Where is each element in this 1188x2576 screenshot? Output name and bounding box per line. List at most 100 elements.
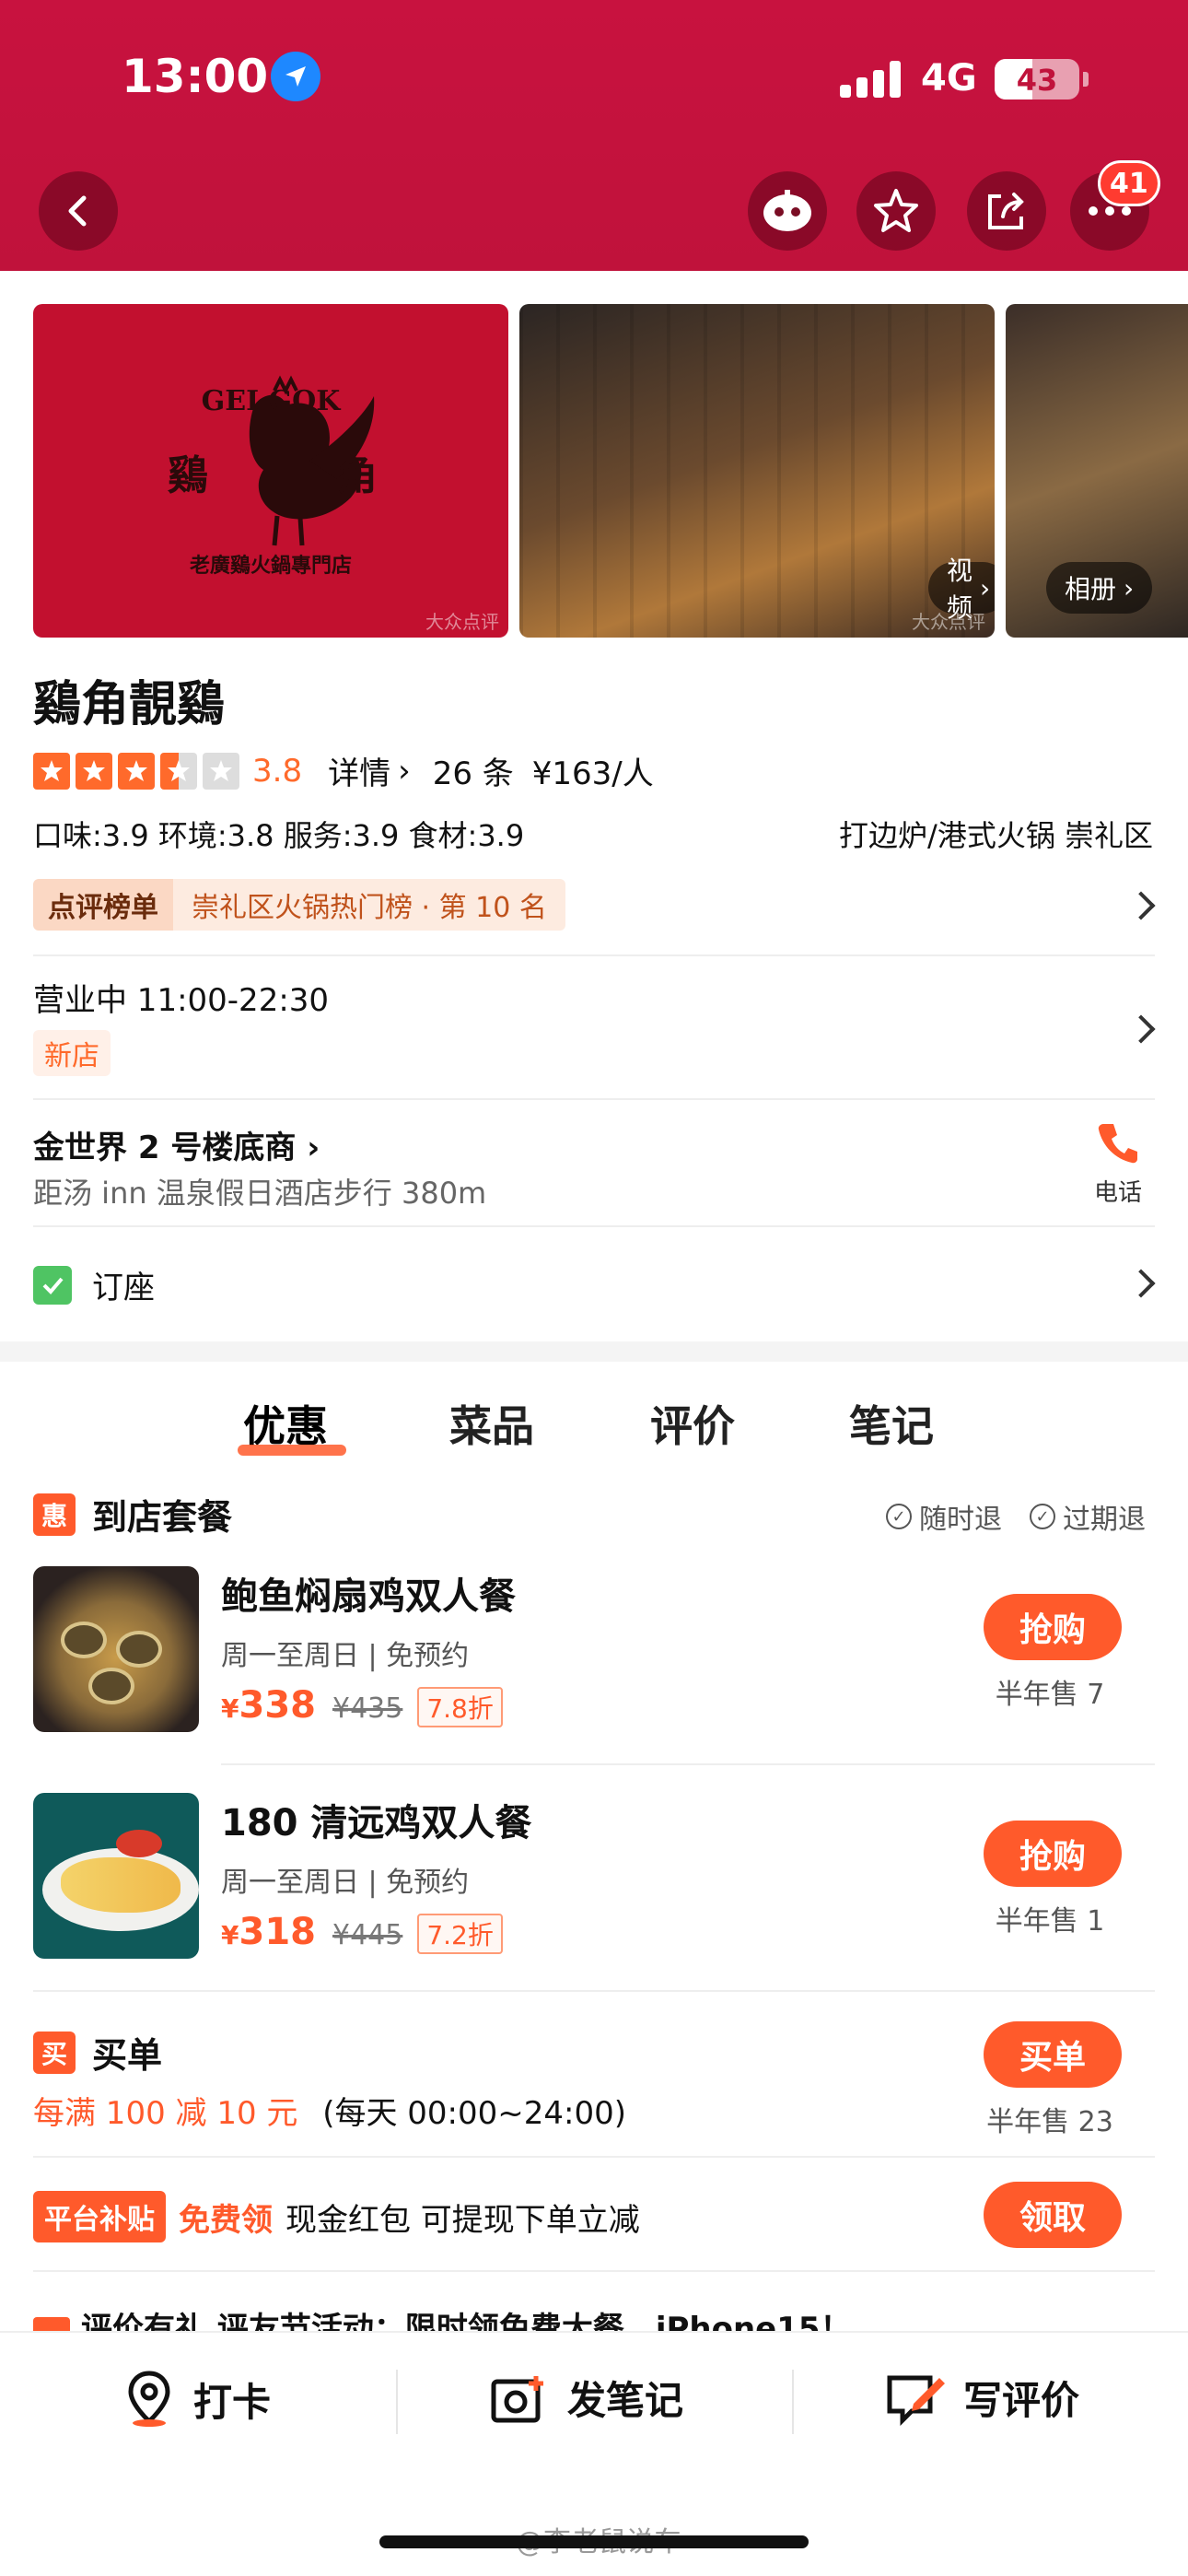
booking-row[interactable]: 订座 xyxy=(33,1262,155,1307)
post-note-button[interactable]: 发笔记 xyxy=(490,2370,683,2426)
chevron-right-icon xyxy=(1126,1269,1156,1298)
chevron-right-icon: › xyxy=(307,1130,320,1166)
battery-icon: 43 xyxy=(995,59,1079,100)
tab-notes[interactable]: 笔记 xyxy=(849,1393,934,1454)
pay-bill-button[interactable]: 买单 xyxy=(984,2021,1122,2088)
back-arrow-icon xyxy=(68,195,87,227)
location-arrow-icon xyxy=(271,52,320,101)
check-circle-icon: ✓ xyxy=(1030,1504,1055,1529)
interior-photo[interactable]: 视频 › 大众点评 xyxy=(519,304,995,638)
video-button[interactable]: 视频 › xyxy=(928,556,995,623)
buy-button[interactable]: 抢购 xyxy=(984,1821,1122,1887)
battery-level: 43 xyxy=(1016,63,1058,98)
star-icon xyxy=(76,752,112,790)
status-time: 13:00 xyxy=(122,50,269,103)
share-button[interactable] xyxy=(967,171,1046,251)
refund-anytime: ✓ 随时退 xyxy=(886,1496,1002,1537)
favorite-button[interactable] xyxy=(856,171,936,251)
new-store-tag: 新店 xyxy=(33,1030,111,1076)
interior-photo-2[interactable]: 相册 › xyxy=(1006,304,1188,638)
tab-reviews[interactable]: 评价 xyxy=(650,1393,735,1454)
rooster-logo-icon xyxy=(249,375,375,546)
photo-watermark: 大众点评 xyxy=(425,611,499,633)
notification-badge: 41 xyxy=(1098,160,1160,206)
sold-count: 半年售 23 xyxy=(986,2106,1113,2138)
deal-subtitle: 周一至周日 | 免预约 xyxy=(221,1867,470,1899)
divider xyxy=(221,1763,1155,1765)
empty-star-icon xyxy=(203,752,239,790)
divider xyxy=(33,1098,1155,1100)
divider xyxy=(33,2270,1155,2272)
tab-dishes[interactable]: 菜品 xyxy=(449,1393,534,1454)
write-review-button[interactable]: 写评价 xyxy=(886,2370,1079,2426)
star-icon xyxy=(33,752,70,790)
rank-bar[interactable]: 点评榜单 崇礼区火锅热门榜 · 第 10 名 xyxy=(33,879,565,931)
deal-old-price: ¥445 xyxy=(332,1919,403,1951)
star-icon xyxy=(874,189,918,232)
business-hours[interactable]: 营业中 11:00-22:30 xyxy=(33,975,329,1020)
buy-button[interactable]: 抢购 xyxy=(984,1594,1122,1660)
album-label: 相册 xyxy=(1065,574,1117,604)
category-tags: 打边炉/港式火锅 崇礼区 xyxy=(839,818,1153,853)
signal-icon xyxy=(840,61,903,98)
chevron-right-icon: › xyxy=(398,752,411,790)
phone-button[interactable]: 电话 xyxy=(1087,1120,1149,1208)
address[interactable]: 金世界 2 号楼底商 › xyxy=(33,1122,320,1167)
phone-icon xyxy=(1098,1124,1137,1164)
booking-label: 订座 xyxy=(92,1270,155,1306)
robot-icon xyxy=(763,190,811,231)
deal-name[interactable]: 鲍鱼焖扇鸡双人餐 xyxy=(221,1566,516,1620)
location-pin-icon xyxy=(128,2371,170,2427)
divider xyxy=(33,1990,1155,1992)
details-link[interactable]: 详情 xyxy=(328,748,390,793)
pay-icon: 买 xyxy=(33,2031,76,2074)
home-indicator[interactable] xyxy=(379,2535,809,2548)
deal-price: ¥338 xyxy=(221,1684,316,1727)
review-count: 26 条 xyxy=(432,755,514,792)
sold-count: 半年售 7 xyxy=(995,1679,1105,1711)
share-icon xyxy=(988,193,1024,229)
chevron-right-icon: › xyxy=(1124,572,1135,603)
divider xyxy=(33,954,1155,956)
price-per-person: ¥163/人 xyxy=(531,755,654,792)
checkin-button[interactable]: 打卡 xyxy=(122,2370,271,2429)
battery-tip xyxy=(1083,72,1089,87)
deal-discount: 7.2折 xyxy=(417,1914,503,1954)
pay-bill-offer: 每满 100 减 10 元 (每天 00:00~24:00) xyxy=(33,2095,626,2132)
divider xyxy=(33,2156,1155,2158)
deals-section-title: 惠 到店套餐 xyxy=(33,1489,232,1540)
assistant-button[interactable] xyxy=(748,171,827,251)
divider xyxy=(33,1225,1155,1227)
chicken-dish-image[interactable] xyxy=(33,1793,199,1959)
chevron-right-icon xyxy=(1126,1014,1156,1044)
album-button[interactable]: 相册 › xyxy=(1046,562,1153,614)
sub-scores: 口味:3.9 环境:3.8 服务:3.9 食材:3.9 xyxy=(33,818,525,853)
claim-button[interactable]: 领取 xyxy=(984,2182,1122,2248)
logo-left-char: 鷄 xyxy=(168,452,208,499)
platform-tag: 平台补贴 xyxy=(33,2191,166,2242)
logo-photo[interactable]: GEI GOK 鷄 角 老廣鷄火鍋專門店 大众点评 xyxy=(33,304,508,638)
chevron-right-icon xyxy=(1126,891,1156,920)
rating-score: 3.8 xyxy=(252,752,303,790)
edit-review-icon xyxy=(887,2375,945,2426)
rating-row[interactable]: 3.8 详情 › 26 条 ¥163/人 xyxy=(33,748,654,793)
phone-label: 电话 xyxy=(1093,1179,1142,1207)
interior-texture xyxy=(519,304,995,638)
back-button[interactable] xyxy=(39,171,118,251)
check-circle-icon: ✓ xyxy=(886,1504,912,1529)
free-label: 免费领 xyxy=(179,2201,273,2239)
logo-bottom-text: 老廣鷄火鍋專門店 xyxy=(189,554,352,578)
deal-price-row: ¥338 ¥435 7.8折 xyxy=(221,1684,503,1727)
star-icon xyxy=(118,752,155,790)
more-dots-icon xyxy=(1089,206,1131,216)
active-tab-underline xyxy=(238,1445,346,1456)
platform-subsidy-row: 平台补贴 免费领 现金红包 可提现下单立减 xyxy=(33,2191,640,2242)
section-gap xyxy=(0,1341,1188,1362)
deal-discount: 7.8折 xyxy=(417,1687,503,1727)
abalone-dish-image[interactable] xyxy=(33,1566,199,1732)
distance: 距汤 inn 温泉假日酒店步行 380m xyxy=(33,1176,487,1211)
rank-tag: 点评榜单 xyxy=(33,879,173,931)
deal-name[interactable]: 180 清远鸡双人餐 xyxy=(221,1793,531,1846)
half-star-icon xyxy=(160,752,197,790)
network-label: 4G xyxy=(921,57,977,100)
